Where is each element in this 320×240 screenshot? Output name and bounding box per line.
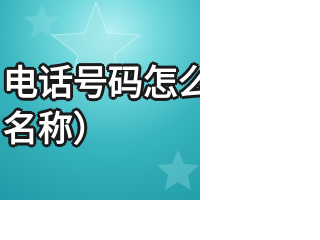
star-shape-small-left <box>24 4 60 38</box>
star-shape-small-right <box>157 150 199 190</box>
headline-text: 电话号码怎么 名称） <box>3 61 200 153</box>
thumbnail-image: 电话号码怎么 名称） <box>0 0 200 200</box>
headline-line-2: 名称） <box>3 110 109 150</box>
headline-line-1: 电话号码怎么 <box>3 64 200 104</box>
